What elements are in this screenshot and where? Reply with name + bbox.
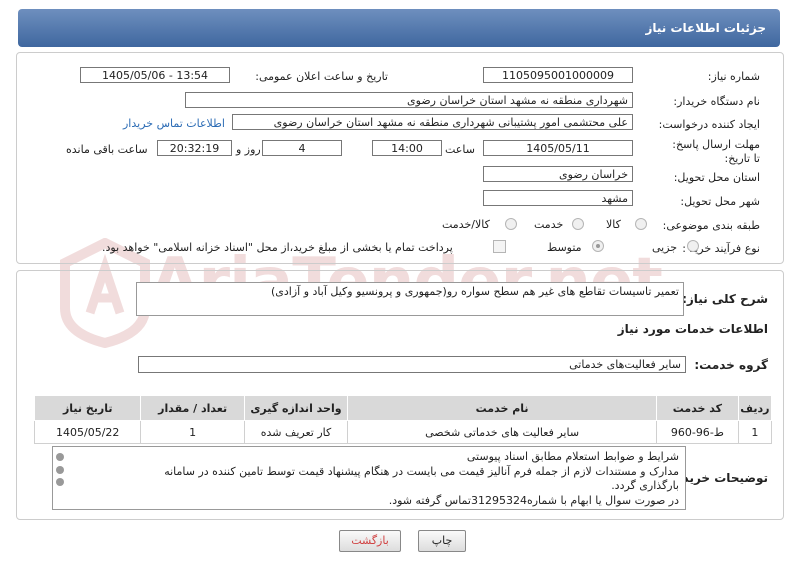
notes-line: بارگذاری گردد. (611, 479, 679, 492)
days-label: روز و (236, 143, 261, 156)
radio-minor-label: جزیی (652, 241, 678, 254)
scroll-thumb-icon[interactable] (56, 466, 64, 474)
buyer-org-label: نام دستگاه خریدار: (673, 95, 760, 108)
cell-code: ط-96-960 (656, 420, 739, 444)
scroll-up-icon[interactable] (56, 453, 64, 461)
radio-medium-label: متوسط (547, 241, 582, 254)
days-field: 4 (262, 140, 342, 156)
col-name: نام خدمت (347, 395, 658, 421)
back-button[interactable]: بازگشت (339, 530, 401, 552)
radio-service[interactable] (572, 218, 584, 230)
treasury-checkbox[interactable] (493, 240, 506, 253)
col-row: ردیف (737, 395, 773, 421)
remaining-time-field: 20:32:19 (157, 140, 232, 156)
announce-label: تاریخ و ساعت اعلان عمومی: (255, 70, 388, 83)
services-section-title: اطلاعات خدمات مورد نیاز (617, 322, 768, 336)
cell-qty: 1 (140, 420, 245, 444)
col-date: تاریخ نیاز (33, 395, 142, 421)
scroll-down-icon[interactable] (56, 478, 64, 486)
creator-field: علی محتشمی امور پشتیبانی شهرداری منطقه ن… (232, 114, 633, 130)
city-field: مشهد (483, 190, 633, 206)
services-table: ردیف کد خدمت نام خدمت واحد اندازه گیری ت… (33, 395, 773, 444)
time-label: ساعت (445, 143, 475, 156)
cell-row: 1 (737, 420, 773, 444)
cell-unit: کار تعریف شده (243, 420, 349, 444)
deadline-date-field: 1405/05/11 (483, 140, 633, 156)
category-label: طبقه بندی موضوعی: (662, 219, 760, 232)
summary-label: شرح کلی نیاز: (682, 292, 768, 306)
summary-textarea[interactable]: تعمیر تاسیسات تقاطع های غیر هم سطح سواره… (136, 282, 684, 316)
notes-line: شرایط و ضوابط استعلام مطابق اسناد پیوستی (466, 450, 679, 463)
radio-service-label: خدمت (534, 218, 564, 231)
need-number-field: 1105095001000009 (483, 67, 633, 83)
notes-scrollbar[interactable] (54, 448, 66, 508)
col-code: کد خدمت (656, 395, 739, 421)
radio-minor[interactable] (687, 240, 699, 252)
table-header-row: ردیف کد خدمت نام خدمت واحد اندازه گیری ت… (33, 395, 773, 421)
payment-note: پرداخت تمام یا بخشی از مبلغ خرید،از محل … (102, 241, 453, 254)
service-group-field: سایر فعالیت‌های خدماتی (138, 356, 686, 373)
radio-goods-label: کالا (606, 218, 621, 231)
print-button[interactable]: چاپ (418, 530, 466, 552)
remaining-label: ساعت باقی مانده (66, 143, 148, 156)
service-group-label: گروه خدمت: (694, 358, 768, 372)
radio-goods-service[interactable] (505, 218, 517, 230)
cell-name: سایر فعالیت های خدماتی شخصی (347, 420, 658, 444)
col-unit: واحد اندازه گیری (243, 395, 349, 421)
province-label: استان محل تحویل: (673, 171, 760, 184)
buyer-org-field: شهرداری منطقه نه مشهد استان خراسان رضوی (185, 92, 633, 108)
radio-medium[interactable] (592, 240, 604, 252)
province-field: خراسان رضوی (483, 166, 633, 182)
header-bar: جزئیات اطلاعات نیاز (18, 9, 780, 47)
table-row[interactable]: 1 ط-96-960 سایر فعالیت های خدماتی شخصی ک… (33, 420, 773, 444)
deadline-label: مهلت ارسال پاسخ: تا تاریخ: (672, 138, 760, 165)
page-title: جزئیات اطلاعات نیاز (645, 21, 766, 35)
need-number-label: شماره نیاز: (707, 70, 760, 83)
radio-goods[interactable] (635, 218, 647, 230)
radio-goods-service-label: کالا/خدمت (442, 218, 490, 231)
announce-field: 1405/05/06 - 13:54 (80, 67, 230, 83)
city-label: شهر محل تحویل: (680, 195, 760, 208)
notes-textarea[interactable]: شرایط و ضوابط استعلام مطابق اسناد پیوستی… (52, 446, 686, 510)
creator-label: ایجاد کننده درخواست: (658, 118, 760, 131)
col-qty: تعداد / مقدار (140, 395, 245, 421)
notes-line: در صورت سوال یا ابهام با شماره31295324تم… (388, 493, 679, 507)
deadline-time-field: 14:00 (372, 140, 442, 156)
buyer-contact-link[interactable]: اطلاعات تماس خریدار (123, 117, 225, 130)
cell-date: 1405/05/22 (33, 420, 142, 444)
notes-line: مدارک و مستندات لازم از جمله فرم آنالیز … (164, 464, 679, 478)
